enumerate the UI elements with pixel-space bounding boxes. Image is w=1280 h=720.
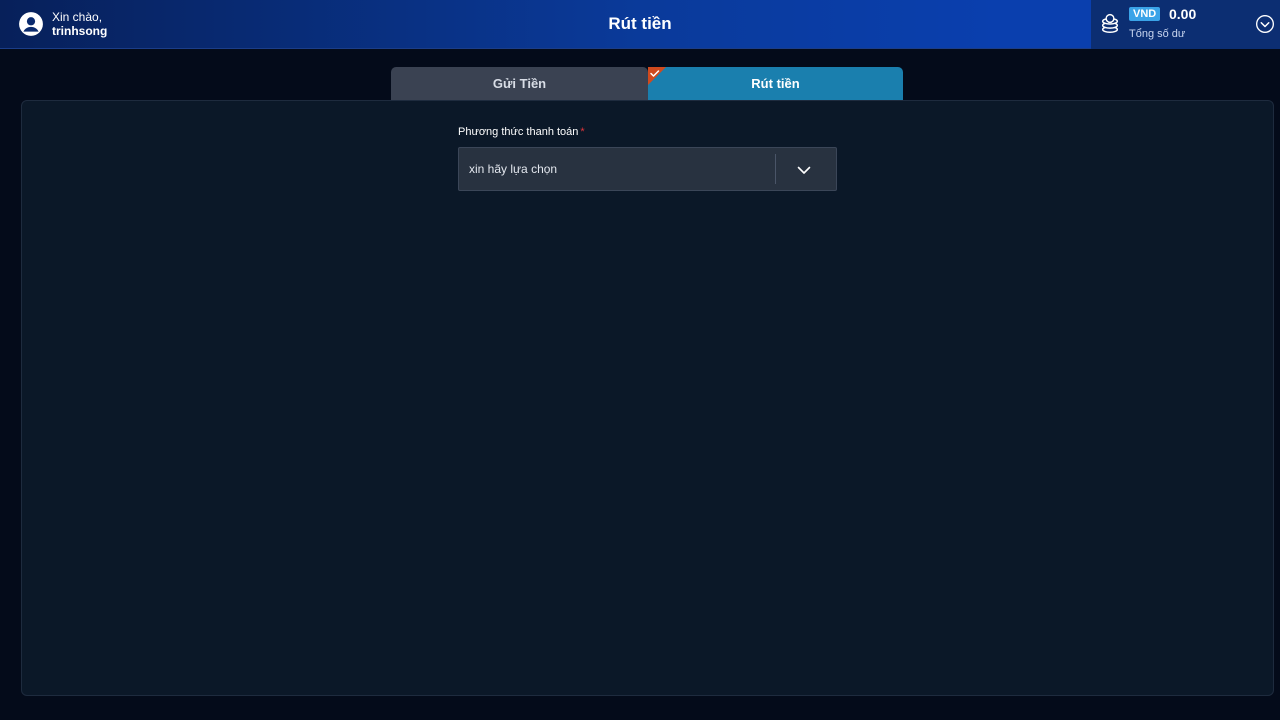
- check-corner-icon: [648, 67, 666, 85]
- currency-badge: VND: [1129, 7, 1161, 21]
- greeting-text: Xin chào,: [52, 10, 103, 24]
- payment-method-select[interactable]: xin hãy lựa chọn: [458, 147, 837, 191]
- balance-amount: 0.00: [1169, 6, 1197, 22]
- page-title: Rút tiền: [608, 14, 672, 33]
- select-divider: [775, 154, 776, 184]
- payment-method-label-text: Phương thức thanh toán: [458, 126, 579, 138]
- withdraw-panel: Phương thức thanh toán * xin hãy lựa chọn: [21, 100, 1274, 696]
- tab-withdraw[interactable]: Rút tiền: [648, 67, 903, 101]
- balance-label: Tổng số dư: [1129, 28, 1186, 40]
- tab-withdraw-label: Rút tiền: [751, 76, 800, 91]
- top-header: Xin chào, trinhsong Rút tiền VND 0.00 Tổ…: [0, 0, 1280, 49]
- balance-box[interactable]: VND 0.00 Tổng số dư: [1091, 0, 1280, 49]
- chevron-down-circle-icon[interactable]: [1255, 14, 1275, 34]
- payment-method-placeholder: xin hãy lựa chọn: [469, 162, 558, 176]
- payment-method-label: Phương thức thanh toán *: [458, 126, 585, 138]
- user-avatar-icon: [19, 12, 43, 36]
- user-info[interactable]: Xin chào, trinhsong: [18, 10, 107, 38]
- coins-icon: [1101, 13, 1119, 33]
- tab-bar: Gửi Tiền Rút tiền: [391, 67, 903, 101]
- username: trinhsong: [52, 24, 108, 38]
- chevron-down-icon[interactable]: [795, 161, 813, 179]
- required-mark: *: [580, 126, 585, 138]
- tab-deposit-label: Gửi Tiền: [492, 76, 547, 91]
- tab-deposit[interactable]: Gửi Tiền: [391, 67, 648, 101]
